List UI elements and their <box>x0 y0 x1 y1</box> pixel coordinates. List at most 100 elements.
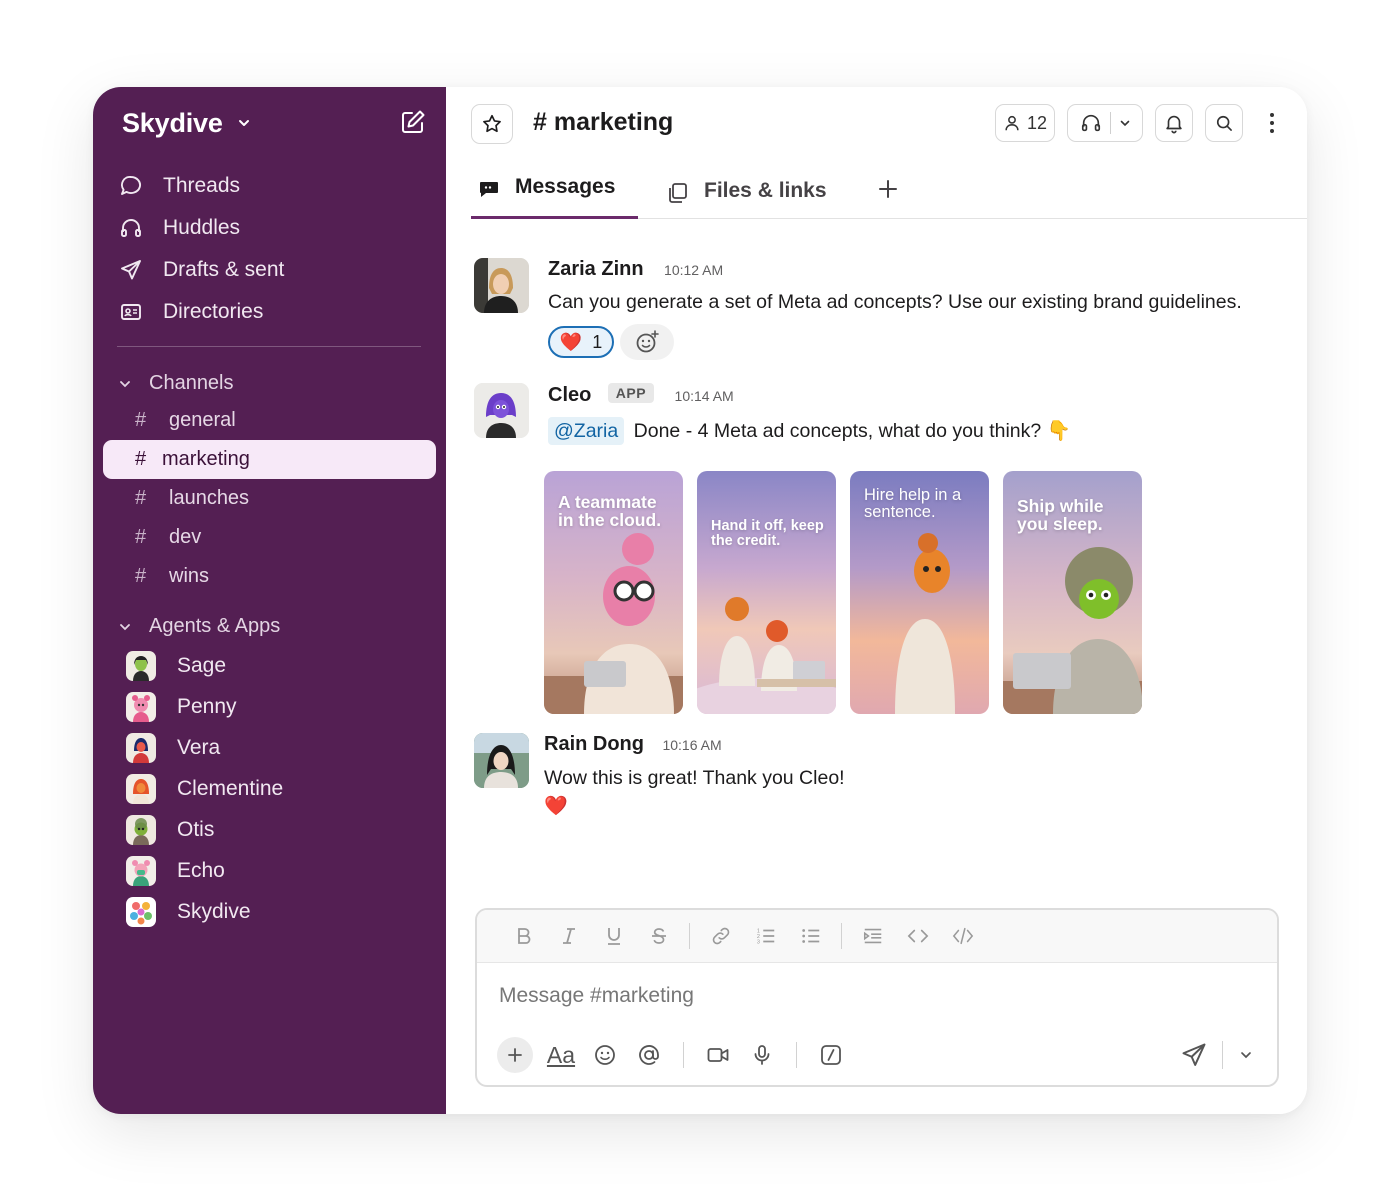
penny-avatar <box>126 691 156 722</box>
huddle-divider <box>1109 112 1111 134</box>
shortcuts-button[interactable] <box>809 1037 853 1073</box>
chevron-down-icon[interactable] <box>119 621 133 633</box>
chevron-down-icon[interactable] <box>237 116 251 130</box>
ad-concept-card[interactable]: Hand it off, keep the credit. <box>697 471 836 714</box>
search-icon <box>1216 115 1232 131</box>
app-name: Penny <box>177 694 237 718</box>
italic-button[interactable] <box>546 921 591 951</box>
message-bubble-icon <box>477 177 501 201</box>
vera-avatar <box>126 732 156 763</box>
link-button[interactable] <box>698 921 743 951</box>
sidebar: Skydive Threads Huddles Drafts & sent Di… <box>93 87 446 1114</box>
sidebar-channel-launches[interactable]: # launches <box>103 479 436 518</box>
ad-concept-card[interactable]: A teammate in the cloud. <box>544 471 683 714</box>
message-timestamp[interactable]: 10:16 AM <box>662 737 721 753</box>
sidebar-app-echo[interactable]: Echo <box>126 850 283 891</box>
message-body: Rain Dong 10:16 AM Wow this is great! Th… <box>544 733 845 818</box>
workspace-name[interactable]: Skydive <box>122 108 223 139</box>
sidebar-item-huddles[interactable]: Huddles <box>117 207 284 249</box>
blockquote-button[interactable] <box>850 921 895 951</box>
message-input[interactable]: Message #marketing <box>499 984 694 1008</box>
apps-section-header[interactable]: Agents & Apps <box>119 615 280 638</box>
header-actions: 12 <box>983 104 1287 142</box>
rain-avatar[interactable] <box>474 733 529 788</box>
sidebar-channel-wins[interactable]: # wins <box>103 557 436 596</box>
clementine-avatar <box>126 773 156 804</box>
channel-name: general <box>169 409 236 431</box>
audio-clip-button[interactable] <box>740 1037 784 1073</box>
cleo-avatar[interactable] <box>474 383 529 438</box>
user-mention[interactable]: @Zaria <box>548 417 625 445</box>
send-options-button[interactable] <box>1229 1037 1263 1073</box>
formatting-toggle-button[interactable]: Aa <box>539 1037 583 1073</box>
add-tab-button[interactable] <box>876 173 900 221</box>
sidebar-channel-marketing[interactable]: # marketing <box>103 440 436 479</box>
video-clip-button[interactable] <box>696 1037 740 1073</box>
notifications-button[interactable] <box>1155 104 1193 142</box>
send-divider <box>1222 1041 1223 1069</box>
message-timestamp[interactable]: 10:14 AM <box>675 388 734 404</box>
sidebar-item-directories[interactable]: Directories <box>117 291 284 333</box>
emoji-button[interactable] <box>583 1037 627 1073</box>
message-author[interactable]: Zaria Zinn <box>548 258 644 281</box>
card-caption: Hand it off, keep the credit. <box>711 518 824 550</box>
star-icon <box>483 114 501 133</box>
compose-icon[interactable] <box>400 109 426 135</box>
send-button[interactable] <box>1172 1037 1216 1073</box>
reaction-count: 1 <box>592 331 603 352</box>
add-reaction-button[interactable] <box>620 324 674 360</box>
ad-concept-card[interactable]: Ship while you sleep. <box>1003 471 1142 714</box>
channel-name: launches <box>169 487 250 509</box>
chevron-down-icon[interactable] <box>119 378 133 390</box>
ordered-list-icon: 123 <box>756 928 774 945</box>
sidebar-app-clementine[interactable]: Clementine <box>126 768 283 809</box>
person-icon <box>1005 115 1019 131</box>
code-block-button[interactable] <box>940 921 985 951</box>
card-caption: A teammate in the cloud. <box>558 492 662 531</box>
code-button[interactable] <box>895 921 940 951</box>
kebab-menu-icon <box>1270 113 1274 133</box>
slash-command-icon <box>821 1045 841 1065</box>
bullet-list-button[interactable] <box>788 921 833 951</box>
bold-button[interactable] <box>501 921 546 951</box>
more-options-button[interactable] <box>1257 104 1287 142</box>
sidebar-app-skydive[interactable]: Skydive <box>126 891 283 932</box>
message-timestamp[interactable]: 10:12 AM <box>664 262 723 278</box>
strikethrough-button[interactable] <box>636 921 681 951</box>
zaria-avatar[interactable] <box>474 258 529 313</box>
channel-title[interactable]: # marketing <box>533 108 673 137</box>
ad-concept-card[interactable]: Hire help in a sentence. <box>850 471 989 714</box>
message-author[interactable]: Rain Dong <box>544 733 644 756</box>
id-card-icon <box>117 298 145 326</box>
sidebar-channel-dev[interactable]: # dev <box>103 518 436 557</box>
search-button[interactable] <box>1205 104 1243 142</box>
chevron-down-icon[interactable] <box>1119 117 1131 129</box>
mention-button[interactable] <box>627 1037 671 1073</box>
app-name: Echo <box>177 858 225 882</box>
sidebar-app-vera[interactable]: Vera <box>126 727 283 768</box>
chevron-down-icon <box>1241 1052 1251 1059</box>
echo-avatar <box>126 855 156 886</box>
channels-section-header[interactable]: Channels <box>119 372 234 395</box>
members-button[interactable]: 12 <box>995 104 1055 142</box>
heart-reaction[interactable]: ❤️ 1 <box>548 326 614 358</box>
sidebar-app-penny[interactable]: Penny <box>126 686 283 727</box>
message-author[interactable]: Cleo <box>548 384 591 407</box>
message-body: Zaria Zinn 10:12 AM Can you generate a s… <box>548 258 1242 360</box>
ordered-list-button[interactable]: 123 <box>743 921 788 951</box>
underline-button[interactable] <box>591 921 636 951</box>
attach-button[interactable] <box>497 1037 533 1073</box>
workspace-header[interactable]: Skydive <box>122 107 426 139</box>
tab-files-links[interactable]: Files & links <box>666 175 827 223</box>
sidebar-app-otis[interactable]: Otis <box>126 809 283 850</box>
tab-messages[interactable]: Messages <box>471 171 638 219</box>
emoji-icon <box>595 1045 615 1065</box>
star-button[interactable] <box>471 104 513 144</box>
bullet-list-icon <box>801 929 819 943</box>
sidebar-channel-general[interactable]: # general <box>103 401 436 440</box>
send-icon <box>117 256 145 284</box>
sidebar-app-sage[interactable]: Sage <box>126 645 283 686</box>
sidebar-item-threads[interactable]: Threads <box>117 165 284 207</box>
huddle-button[interactable] <box>1067 104 1143 142</box>
sidebar-item-drafts[interactable]: Drafts & sent <box>117 249 284 291</box>
